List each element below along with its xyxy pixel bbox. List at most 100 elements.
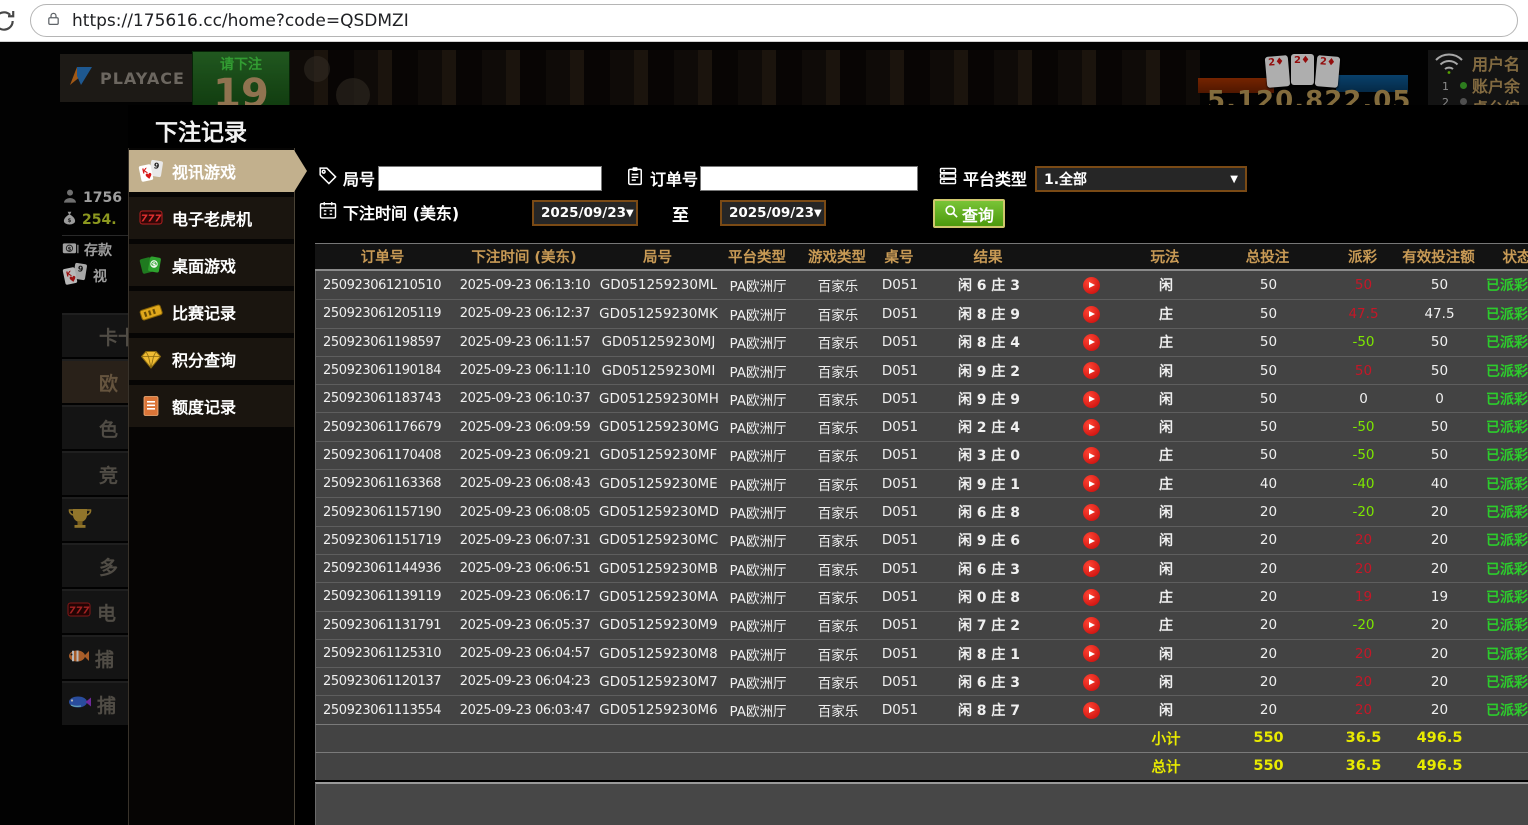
- svg-text:$: $: [68, 218, 72, 224]
- table-row: 2509230611449362025-09-23 06:06:51GD0512…: [316, 554, 1528, 582]
- cell-valid_bet: 20: [1396, 617, 1483, 633]
- platform-select[interactable]: 1.全部 ▼: [1035, 166, 1247, 192]
- replay-button[interactable]: [1056, 276, 1126, 294]
- replay-button[interactable]: [1056, 418, 1126, 436]
- cell-total_bet: 50: [1206, 447, 1331, 463]
- order-input[interactable]: [700, 166, 918, 191]
- cell-platform: PA欧洲厅: [718, 474, 798, 494]
- cell-game: 百家乐: [798, 304, 878, 324]
- replay-button[interactable]: [1056, 362, 1126, 380]
- cell-game: 百家乐: [798, 332, 878, 352]
- date-from-select[interactable]: 2025/09/23 ▼: [532, 200, 638, 226]
- cell-platform: PA欧洲厅: [718, 361, 798, 381]
- replay-button[interactable]: [1056, 475, 1126, 493]
- cell-result: 闲 8 庄 7: [922, 700, 1056, 720]
- replay-button[interactable]: [1056, 673, 1126, 691]
- replay-button[interactable]: [1056, 333, 1126, 351]
- bg-info-deposit-icon[interactable]: $存款: [62, 240, 112, 260]
- replay-button[interactable]: [1056, 390, 1126, 408]
- header-play-type: 玩法: [1125, 246, 1205, 267]
- round-input[interactable]: [378, 166, 602, 191]
- play-icon: [1083, 589, 1100, 606]
- signal-row-1: 1: [1442, 80, 1449, 93]
- modal-title: 下注记录: [155, 113, 247, 147]
- cell-table: D051: [878, 476, 922, 492]
- cell-round: GD051259230MB: [599, 561, 718, 577]
- svg-text:$: $: [152, 260, 157, 268]
- cell-payout: -50: [1331, 447, 1396, 463]
- replay-button[interactable]: [1056, 588, 1126, 606]
- cell-table: D051: [878, 419, 922, 435]
- replay-button[interactable]: [1056, 645, 1126, 663]
- sidebar-item-视讯游戏[interactable]: 9K♥视讯游戏: [129, 150, 294, 192]
- replay-button[interactable]: [1056, 701, 1126, 719]
- address-bar[interactable]: https://175616.cc/home?code=QSDMZI: [30, 4, 1518, 37]
- sidebar-item-比赛记录[interactable]: 比赛记录: [129, 291, 294, 333]
- cell-platform: PA欧洲厅: [718, 644, 798, 664]
- replay-button[interactable]: [1056, 616, 1126, 634]
- cell-table: D051: [878, 617, 922, 633]
- cell-round: GD051259230MA: [599, 589, 718, 605]
- bg-info-user-icon[interactable]: 1756: [62, 188, 122, 208]
- cell-game: 百家乐: [798, 445, 878, 465]
- cell-result: 闲 7 庄 2: [922, 615, 1056, 635]
- moneybag-icon: $: [62, 210, 77, 230]
- play-icon: [1083, 306, 1100, 323]
- cell-game: 百家乐: [798, 502, 878, 522]
- cell-table: D051: [878, 532, 922, 548]
- cell-payout: -50: [1331, 334, 1396, 350]
- cell-play_type: 闲: [1126, 417, 1206, 437]
- cell-play_type: 闲: [1126, 389, 1206, 409]
- cell-payout: 20: [1331, 532, 1396, 548]
- table-row: 2509230611201372025-09-23 06:04:23GD0512…: [316, 667, 1528, 695]
- svg-text:777: 777: [69, 605, 90, 616]
- cell-table: D051: [878, 447, 922, 463]
- wifi-icon: [1434, 51, 1464, 79]
- playing-card: 2♦: [1291, 54, 1314, 85]
- sidebar-item-额度记录[interactable]: 额度记录: [129, 385, 294, 427]
- cell-platform: PA欧洲厅: [718, 275, 798, 295]
- cell-order: 250923061176679: [316, 420, 451, 435]
- play-icon: [1083, 674, 1100, 691]
- reload-icon[interactable]: [0, 8, 17, 34]
- cell-total_bet: 20: [1206, 561, 1331, 577]
- sidebar-item-桌面游戏[interactable]: $桌面游戏: [129, 244, 294, 286]
- cell-platform: PA欧洲厅: [718, 559, 798, 579]
- cell-play_type: 闲: [1126, 672, 1206, 692]
- cell-valid_bet: 0: [1396, 391, 1483, 407]
- search-button[interactable]: 查询: [933, 199, 1005, 228]
- cell-play_type: 庄: [1126, 445, 1206, 465]
- round-filter-label: 局号: [318, 166, 375, 190]
- cell-round: GD051259230MG: [599, 419, 718, 435]
- cell-status: 已派彩: [1483, 615, 1528, 635]
- play-icon: [1083, 532, 1100, 549]
- cell-result: 闲 6 庄 8: [922, 502, 1056, 522]
- bg-info-moneybag-icon[interactable]: $254.: [62, 210, 117, 230]
- cell-result: 闲 0 庄 8: [922, 587, 1056, 607]
- trophy-icon: [67, 507, 93, 534]
- replay-button[interactable]: [1056, 532, 1126, 550]
- replay-button[interactable]: [1056, 503, 1126, 521]
- play-icon: [1083, 475, 1100, 492]
- date-to-select[interactable]: 2025/09/23 ▼: [720, 200, 826, 226]
- replay-button[interactable]: [1056, 560, 1126, 578]
- session-info-panel: 1 2 用户名 账户余 桌台编: [1428, 50, 1528, 105]
- replay-button[interactable]: [1056, 305, 1126, 323]
- cell-status: 已派彩: [1483, 332, 1528, 352]
- cell-round: GD051259230MD: [599, 504, 718, 520]
- chevron-down-icon: ▼: [814, 208, 822, 219]
- table-row: 2509230611985972025-09-23 06:11:57GD0512…: [316, 328, 1528, 356]
- records-table: 订单号 下注时间 (美东) 局号 平台类型 游戏类型 桌号 结果 玩法 总投注 …: [315, 243, 1528, 780]
- sidebar-item-积分查询[interactable]: 积分查询: [129, 338, 294, 380]
- video-cards-icon: 9K♥: [62, 262, 88, 290]
- cell-round: GD051259230M9: [599, 617, 718, 633]
- bg-info-video-cards-icon[interactable]: 9K♥视: [62, 262, 107, 290]
- cell-game: 百家乐: [798, 389, 878, 409]
- sidebar-item-电子老虎机[interactable]: 777电子老虎机: [129, 197, 294, 239]
- cell-round: GD051259230MF: [599, 447, 718, 463]
- cell-game: 百家乐: [798, 700, 878, 720]
- cell-total_bet: 50: [1206, 419, 1331, 435]
- replay-button[interactable]: [1056, 447, 1126, 465]
- playing-card: 2♦: [1265, 55, 1291, 88]
- cell-result: 闲 6 庄 3: [922, 275, 1056, 295]
